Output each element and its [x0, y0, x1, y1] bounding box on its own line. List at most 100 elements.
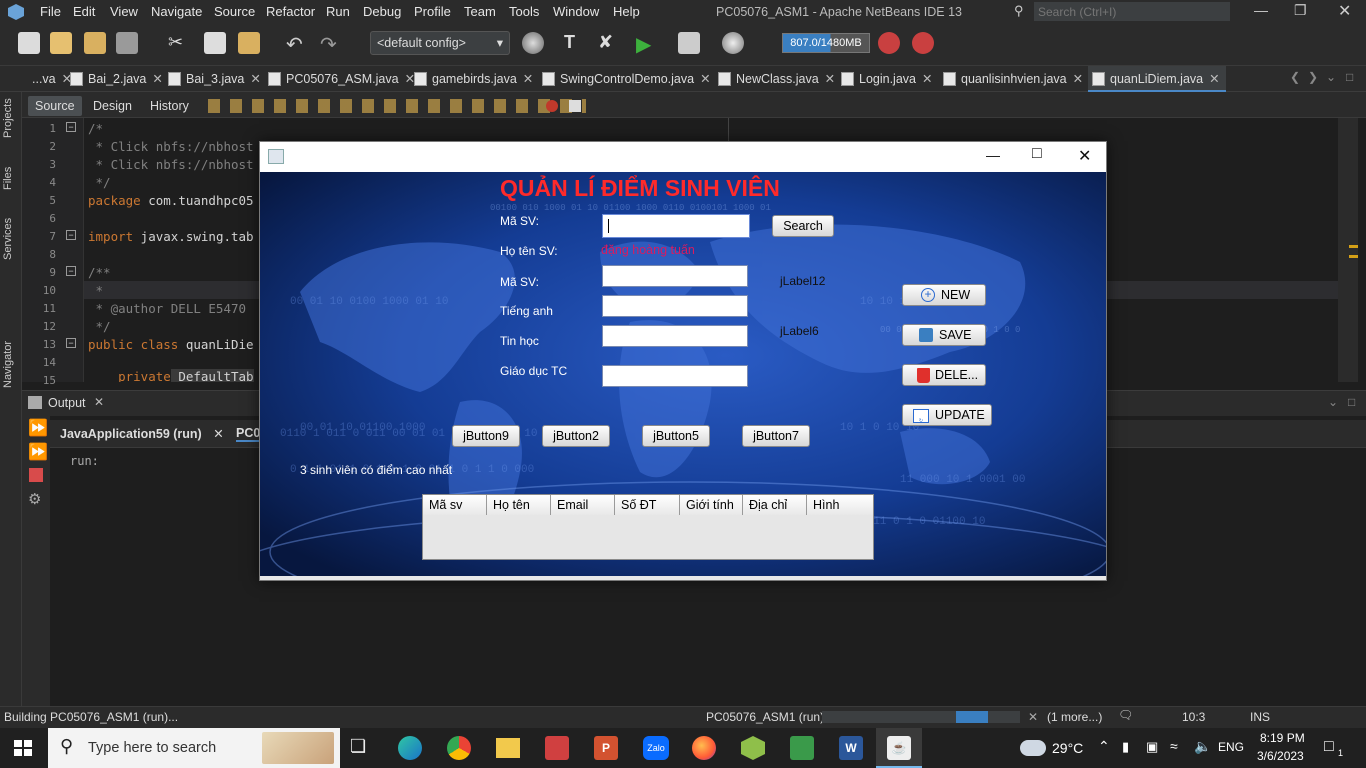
delete-button[interactable]: DELE... [902, 364, 986, 386]
close-tab-icon[interactable]: ✕ [700, 72, 710, 86]
close-output-icon[interactable]: ✕ [94, 395, 104, 409]
source-mode-button[interactable]: Source [28, 96, 82, 116]
stop-icon[interactable] [29, 468, 43, 482]
tab-swingcontroldemo[interactable]: SwingControlDemo.java ✕ [538, 66, 711, 92]
menu-navigate[interactable]: Navigate [151, 4, 202, 19]
build-icon[interactable]: T [564, 32, 586, 54]
save-button[interactable]: SAVE [902, 324, 986, 346]
maximize-output-icon[interactable]: □ [1348, 395, 1355, 409]
fold-toggle-icon[interactable]: − [66, 230, 76, 240]
column-header[interactable]: Số ĐT [615, 495, 680, 515]
close-icon[interactable]: ✕ [1338, 1, 1351, 21]
close-tab-icon[interactable]: ✕ [152, 72, 162, 86]
fold-toggle-icon[interactable]: − [66, 338, 76, 348]
side-tab-projects[interactable]: Projects [2, 98, 14, 138]
fold-toggle-icon[interactable]: − [66, 122, 76, 132]
notification-center-icon[interactable]: □ [1324, 738, 1334, 756]
close-tab-icon[interactable]: ✕ [250, 72, 260, 86]
profile-icon[interactable] [722, 32, 744, 54]
meet-icon[interactable]: ▣ [1146, 739, 1158, 755]
paste-icon[interactable] [238, 32, 260, 54]
menu-edit[interactable]: Edit [73, 4, 95, 19]
side-tab-files[interactable]: Files [2, 167, 14, 190]
tab-gamebirds[interactable]: gamebirds.java ✕ [410, 66, 533, 92]
memory-indicator[interactable]: 807.0/1480MB [782, 33, 870, 53]
menu-debug[interactable]: Debug [363, 4, 401, 19]
stop-macro-icon[interactable] [546, 100, 558, 112]
weather-temp[interactable]: 29°C [1052, 740, 1083, 756]
menu-profile[interactable]: Profile [414, 4, 451, 19]
taskbar-search-box[interactable]: ⚲ Type here to search [48, 728, 340, 768]
masv-field[interactable] [602, 265, 748, 287]
update-button[interactable]: ↻ UPDATE [902, 404, 992, 426]
jbutton7[interactable]: jButton7 [742, 425, 810, 447]
debug-icon[interactable] [678, 32, 700, 54]
new-project-icon[interactable] [18, 32, 40, 54]
powerpoint-icon[interactable]: P [594, 736, 618, 760]
side-tab-services[interactable]: Services [2, 218, 14, 260]
tab-list-icon[interactable]: ⌄ [1326, 70, 1336, 84]
tab-bai3[interactable]: Bai_3.java ✕ [164, 66, 261, 92]
column-header[interactable]: Địa chỉ [743, 495, 807, 515]
gdtc-field[interactable] [602, 365, 748, 387]
language-indicator[interactable]: ENG [1218, 740, 1244, 754]
tin-hoc-field[interactable] [602, 325, 748, 347]
swing-close-icon[interactable]: ✕ [1078, 146, 1091, 166]
fold-toggle-icon[interactable]: − [66, 266, 76, 276]
run-icon[interactable]: ▶ [636, 32, 658, 56]
clean-build-icon[interactable]: ✘ [598, 32, 620, 54]
status-more[interactable]: (1 more...) [1047, 710, 1102, 724]
settings-icon[interactable]: ⚙ [28, 490, 41, 508]
cancel-progress-icon[interactable]: ✕ [1028, 710, 1038, 724]
netbeans-taskbar-icon[interactable] [741, 736, 765, 760]
jbutton9[interactable]: jButton9 [452, 425, 520, 447]
maximize-editor-icon[interactable]: □ [1346, 70, 1353, 84]
tab-newclass[interactable]: NewClass.java ✕ [714, 66, 835, 92]
jbutton5[interactable]: jButton5 [642, 425, 710, 447]
menu-team[interactable]: Team [464, 4, 496, 19]
undo-icon[interactable]: ↶ [286, 32, 308, 56]
save-all-icon[interactable] [116, 32, 138, 54]
java-app-taskbar-icon[interactable]: ☕ [876, 728, 922, 768]
editor-scrollbar[interactable] [1338, 118, 1348, 382]
tab-scroll-left-icon[interactable]: ❮ [1290, 70, 1300, 84]
menu-source[interactable]: Source [214, 4, 255, 19]
copy-icon[interactable] [204, 32, 226, 54]
search-masv-input[interactable] [602, 214, 750, 238]
file-explorer-icon[interactable] [496, 738, 520, 758]
edge-icon[interactable] [398, 736, 422, 760]
config-select[interactable]: <default config> ▾ [370, 31, 510, 55]
tab-login[interactable]: Login.java ✕ [837, 66, 932, 92]
search-button[interactable]: Search [772, 215, 834, 237]
menu-run[interactable]: Run [326, 4, 350, 19]
tab-scroll-right-icon[interactable]: ❯ [1308, 70, 1318, 84]
output-tab-pc05076[interactable]: PC0 [236, 426, 261, 442]
tab-quanlisinhvien[interactable]: quanlisinhvien.java ✕ [939, 66, 1083, 92]
ide-search-input[interactable] [1034, 2, 1230, 21]
rerun-with-args-icon[interactable]: ⏩ [28, 442, 48, 462]
close-tab-icon[interactable]: ✕ [523, 72, 533, 86]
jbutton2[interactable]: jButton2 [542, 425, 610, 447]
gc-all-icon[interactable] [912, 32, 934, 54]
new-button[interactable]: + NEW [902, 284, 986, 306]
clock-date[interactable]: 3/6/2023 [1257, 749, 1304, 763]
windows-start-icon[interactable] [14, 740, 32, 756]
menu-view[interactable]: View [110, 4, 138, 19]
tieng-anh-field[interactable] [602, 295, 748, 317]
column-header[interactable]: Hình [807, 495, 873, 515]
volume-icon[interactable]: 🔈 [1194, 738, 1211, 755]
clock-time[interactable]: 8:19 PM [1260, 731, 1305, 745]
tray-chevron-icon[interactable]: ⌃ [1098, 738, 1110, 755]
zalo-icon[interactable]: Zalo [643, 736, 669, 760]
task-view-icon[interactable]: ❏ [350, 736, 366, 757]
tab-quanlidiem[interactable]: quanLiDiem.java ✕ [1088, 66, 1226, 92]
gc-icon[interactable] [878, 32, 900, 54]
column-header[interactable]: Giới tính [680, 495, 743, 515]
swing-minimize-icon[interactable]: — [986, 147, 1000, 163]
tab-va[interactable]: ...va ✕ [12, 66, 72, 92]
history-mode-button[interactable]: History [143, 96, 196, 116]
output-tab-javaapplication59[interactable]: JavaApplication59 (run) ✕ [60, 426, 224, 441]
column-header[interactable]: Họ tên [487, 495, 551, 515]
menu-help[interactable]: Help [613, 4, 640, 19]
close-tab-icon[interactable]: ✕ [1073, 72, 1083, 86]
